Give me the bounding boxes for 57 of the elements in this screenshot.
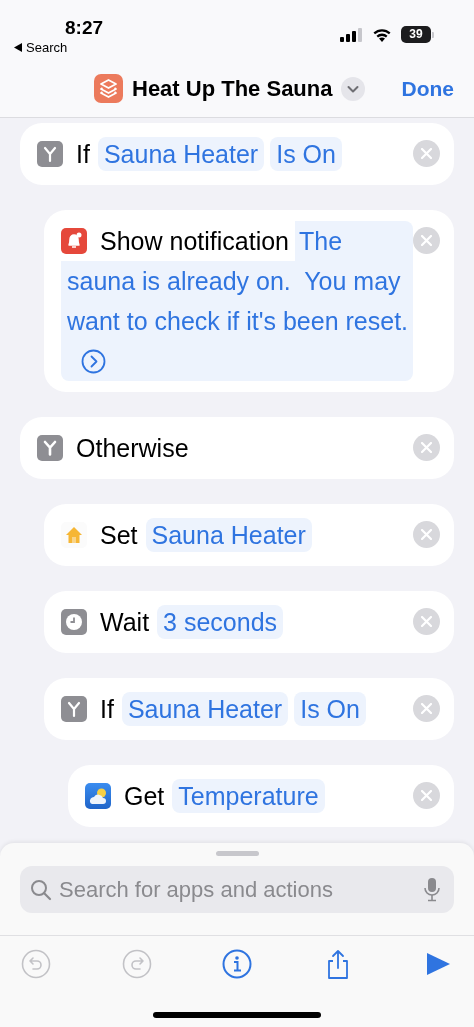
action-card[interactable]: Wait 3 seconds — [44, 591, 454, 653]
remove-button[interactable] — [413, 695, 440, 722]
remove-button[interactable] — [413, 608, 440, 635]
stack-icon — [94, 74, 123, 103]
action-label: Show notification — [100, 227, 289, 255]
expand-icon[interactable] — [81, 348, 106, 374]
parameter-token[interactable]: Temperature — [172, 779, 325, 813]
bell-icon — [61, 228, 87, 255]
back-arrow-icon[interactable] — [14, 43, 22, 53]
search-icon — [30, 879, 52, 901]
close-icon — [421, 616, 432, 627]
action-label: Wait — [100, 608, 150, 636]
wifi-icon — [372, 27, 392, 42]
sheet-handle[interactable] — [215, 851, 259, 856]
search-field[interactable]: Search for apps and actions — [20, 866, 454, 913]
branch-icon — [37, 435, 63, 462]
close-icon — [421, 703, 432, 714]
done-button[interactable]: Done — [401, 72, 454, 105]
clock-icon — [61, 609, 87, 636]
remove-button[interactable] — [413, 227, 440, 254]
parameter-token[interactable]: Sauna Heater — [145, 518, 312, 552]
close-icon — [421, 235, 432, 246]
parameter-token[interactable]: Sauna Heater — [121, 692, 289, 726]
remove-button[interactable] — [413, 521, 440, 548]
action-card[interactable]: If Sauna Heater Is On — [20, 123, 454, 185]
remove-button[interactable] — [413, 434, 440, 461]
parameter-token[interactable]: Sauna Heater — [97, 137, 265, 171]
parameter-token[interactable]: Is On — [270, 137, 342, 171]
action-card[interactable]: Otherwise — [20, 417, 454, 479]
microphone-icon[interactable] — [424, 877, 440, 902]
status-time: 8:27 — [65, 16, 104, 40]
action-card[interactable]: If Sauna Heater Is On — [44, 678, 454, 740]
action-label: If — [100, 695, 114, 723]
action-card[interactable]: Show notification The sauna is already on. You may want to check if it's been reset. — [44, 210, 454, 392]
remove-button[interactable] — [413, 782, 440, 809]
branch-icon — [61, 696, 87, 723]
parameter-token[interactable]: 3 seconds — [157, 605, 284, 639]
close-icon — [421, 529, 432, 540]
shortcut-title[interactable]: Heat Up The Sauna — [132, 72, 333, 105]
close-icon — [421, 148, 432, 159]
signal-icon — [340, 28, 362, 42]
close-icon — [421, 442, 432, 453]
action-label: If — [76, 140, 90, 168]
action-card[interactable]: Get Temperature — [68, 765, 454, 827]
battery-indicator: 39 — [401, 26, 431, 43]
weather-icon — [85, 783, 111, 810]
parameter-token[interactable]: Is On — [294, 692, 366, 726]
action-label: Set — [100, 521, 138, 549]
remove-button[interactable] — [413, 140, 440, 167]
branch-icon — [37, 141, 63, 168]
chevron-down-icon[interactable] — [341, 76, 366, 101]
action-label: Otherwise — [76, 434, 189, 462]
back-link[interactable]: Search — [26, 38, 68, 58]
close-icon — [421, 790, 432, 801]
info-icon[interactable] — [222, 949, 252, 979]
action-card[interactable]: Set Sauna Heater — [44, 504, 454, 566]
action-label: Get — [124, 782, 165, 810]
